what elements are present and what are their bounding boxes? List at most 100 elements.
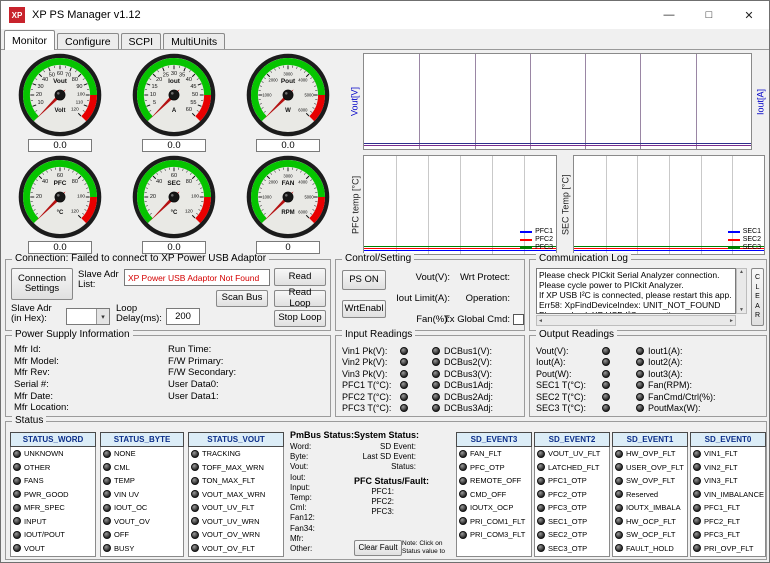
status-item[interactable]: PFC2_OTP <box>535 488 609 502</box>
slave-adr-hex-label: Slave Adr (in Hex): <box>11 304 63 325</box>
scroll-left-icon[interactable]: ◄ <box>538 318 543 324</box>
status-item[interactable]: IOUTX_OCP <box>457 501 531 515</box>
legend-item: PFC3 <box>520 244 553 251</box>
status-item[interactable]: CMD_OFF <box>457 488 531 502</box>
connection-group: Connection: Failed to connect to XP Powe… <box>5 259 331 331</box>
status-item[interactable]: OFF <box>101 528 183 542</box>
status-item[interactable]: MFR_SPEC <box>11 501 95 515</box>
tab-configure[interactable]: Configure <box>57 33 119 50</box>
status-item[interactable]: PFC2_FLT <box>691 515 765 529</box>
tab-monitor[interactable]: Monitor <box>4 30 55 50</box>
scroll-right-icon[interactable]: ► <box>729 318 734 324</box>
log-vertical-scrollbar[interactable]: ▲ ▼ <box>736 268 747 314</box>
status-item[interactable]: NONE <box>101 447 183 461</box>
status-item[interactable]: VIN UV <box>101 488 183 502</box>
communication-log-text[interactable]: Please check PICkit Serial Analyzer conn… <box>536 268 736 314</box>
status-item[interactable]: SEC1_OTP <box>535 515 609 529</box>
status-item[interactable]: VIN3_FLT <box>691 474 765 488</box>
status-item[interactable]: VIN2_FLT <box>691 461 765 475</box>
status-item[interactable]: BUSY <box>101 542 183 556</box>
status-led-icon <box>191 531 199 539</box>
status-item[interactable]: TOFF_MAX_WRN <box>189 461 283 475</box>
status-item[interactable]: TEMP <box>101 474 183 488</box>
status-item[interactable]: HW_OCP_FLT <box>613 515 687 529</box>
status-item[interactable]: PFC1_OTP <box>535 474 609 488</box>
status-item[interactable]: PFC3_FLT <box>691 528 765 542</box>
status-item[interactable]: VOUT_UV_FLT <box>189 501 283 515</box>
loop-delay-input[interactable]: 200 <box>166 308 200 325</box>
reading-row: FanCmd/Ctrl(%): <box>636 391 764 403</box>
input-readings-group-title: Input Readings <box>342 329 415 341</box>
status-item[interactable]: IOUT/POUT <box>11 528 95 542</box>
status-item[interactable]: VIN_IMBALANCE <box>691 488 765 502</box>
reading-label: PoutMax(W): <box>648 403 738 413</box>
scan-bus-button[interactable]: Scan Bus <box>216 290 268 307</box>
status-item[interactable]: TRACKING <box>189 447 283 461</box>
status-led-icon <box>615 544 623 552</box>
status-item[interactable]: IOUTX_IMBALA <box>613 501 687 515</box>
status-item[interactable]: PWR_GOOD <box>11 488 95 502</box>
status-item[interactable]: INPUT <box>11 515 95 529</box>
status-item-label: VOUT <box>24 544 45 553</box>
reading-row: DCBus3Adj: <box>432 403 522 415</box>
wrt-enabl-button[interactable]: WrtEnabl <box>342 300 386 318</box>
status-led-icon <box>636 404 644 412</box>
svg-text:60: 60 <box>57 71 63 77</box>
status-item[interactable]: PFC3_OTP <box>535 501 609 515</box>
status-item[interactable]: IOUT_OC <box>101 501 183 515</box>
status-item[interactable]: VOUT_OV <box>101 515 183 529</box>
clear-fault-button[interactable]: Clear Fault <box>354 540 402 556</box>
status-item[interactable]: PFC_OTP <box>457 461 531 475</box>
status-item[interactable]: SEC3_OTP <box>535 542 609 556</box>
status-item[interactable]: SW_OVP_FLT <box>613 474 687 488</box>
tab-scpi[interactable]: SCPI <box>121 33 162 50</box>
read-loop-button[interactable]: Read Loop <box>274 290 326 307</box>
ps-on-button[interactable]: PS ON <box>342 270 386 290</box>
status-item[interactable]: VOUT_OV_WRN <box>189 528 283 542</box>
status-item[interactable]: PRI_COM1_FLT <box>457 515 531 529</box>
titlebar: XP XP PS Manager v1.12 — □ ✕ <box>1 1 769 29</box>
tx-global-cmd-checkbox[interactable] <box>513 314 524 325</box>
status-item-label: OTHER <box>24 463 50 472</box>
scroll-up-icon[interactable]: ▲ <box>739 269 744 275</box>
connection-settings-button[interactable]: Connection Settings <box>11 268 73 300</box>
status-item-label: PFC2_FLT <box>704 517 740 526</box>
status-item[interactable]: CML <box>101 461 183 475</box>
status-item[interactable]: REMOTE_OFF <box>457 474 531 488</box>
status-item[interactable]: LATCHED_FLT <box>535 461 609 475</box>
status-item[interactable]: SEC2_OTP <box>535 528 609 542</box>
status-item[interactable]: VOUT_MAX_WRN <box>189 488 283 502</box>
scroll-down-icon[interactable]: ▼ <box>739 307 744 313</box>
status-item[interactable]: PRI_COM3_FLT <box>457 528 531 542</box>
status-item[interactable]: USER_OVP_FLT <box>613 461 687 475</box>
status-item[interactable]: PFC1_FLT <box>691 501 765 515</box>
stop-loop-button[interactable]: Stop Loop <box>274 310 326 327</box>
status-item[interactable]: TON_MAX_FLT <box>189 474 283 488</box>
status-item[interactable]: Reserved <box>613 488 687 502</box>
status-item[interactable]: VOUT <box>11 542 95 556</box>
status-item[interactable]: VOUT_OV_FLT <box>189 542 283 556</box>
status-item[interactable]: VOUT_UV_FLT <box>535 447 609 461</box>
iout-axis-label: Iout[A] <box>754 53 767 150</box>
tab-multiunits[interactable]: MultiUnits <box>163 33 225 50</box>
slave-adr-list-field[interactable]: XP Power USB Adaptor Not Found <box>124 269 270 286</box>
clear-log-button[interactable]: CLEAR <box>751 268 764 326</box>
maximize-icon[interactable]: □ <box>689 1 729 29</box>
status-item[interactable]: UNKNOWN <box>11 447 95 461</box>
log-horizontal-scrollbar[interactable]: ◄ ► <box>536 315 736 326</box>
status-item[interactable]: OTHER <box>11 461 95 475</box>
svg-text:50: 50 <box>192 92 198 98</box>
slave-adr-combobox[interactable]: ▾ <box>66 308 110 325</box>
status-item[interactable]: FAN_FLT <box>457 447 531 461</box>
minimize-icon[interactable]: — <box>649 1 689 29</box>
status-item[interactable]: HW_OVP_FLT <box>613 447 687 461</box>
status-item[interactable]: FANS <box>11 474 95 488</box>
status-item[interactable]: PRI_OVP_FLT <box>691 542 765 556</box>
status-item[interactable]: VIN1_FLT <box>691 447 765 461</box>
output-readings-group-title: Output Readings <box>536 329 617 341</box>
close-icon[interactable]: ✕ <box>729 1 769 29</box>
status-item[interactable]: SW_OCP_FLT <box>613 528 687 542</box>
status-item[interactable]: VOUT_UV_WRN <box>189 515 283 529</box>
read-button[interactable]: Read <box>274 268 326 286</box>
status-item[interactable]: FAULT_HOLD <box>613 542 687 556</box>
